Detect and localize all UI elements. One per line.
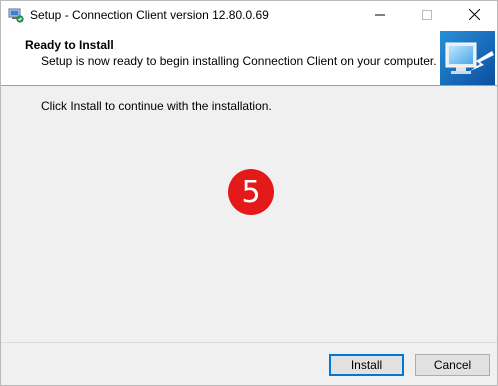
window-title: Setup - Connection Client version 12.80.…	[30, 8, 269, 22]
cancel-button[interactable]: Cancel	[415, 354, 490, 376]
installer-icon	[8, 7, 24, 23]
setup-window: Setup - Connection Client version 12.80.…	[0, 0, 498, 386]
footer-divider	[1, 342, 497, 343]
step-number-badge: 5	[228, 169, 274, 215]
maximize-button[interactable]	[404, 1, 450, 30]
close-icon	[468, 8, 480, 23]
instruction-text: Click Install to continue with the insta…	[41, 99, 272, 113]
title-bar[interactable]: Setup - Connection Client version 12.80.…	[1, 1, 497, 30]
minimize-button[interactable]	[357, 1, 403, 30]
close-button[interactable]	[451, 1, 497, 30]
minimize-icon	[375, 9, 385, 23]
page-title: Ready to Install	[25, 38, 114, 52]
computer-install-icon	[440, 31, 495, 85]
maximize-icon	[422, 9, 432, 23]
page-subtitle: Setup is now ready to begin installing C…	[41, 54, 437, 68]
install-button[interactable]: Install	[329, 354, 404, 376]
wizard-header: Ready to Install Setup is now ready to b…	[1, 30, 497, 86]
